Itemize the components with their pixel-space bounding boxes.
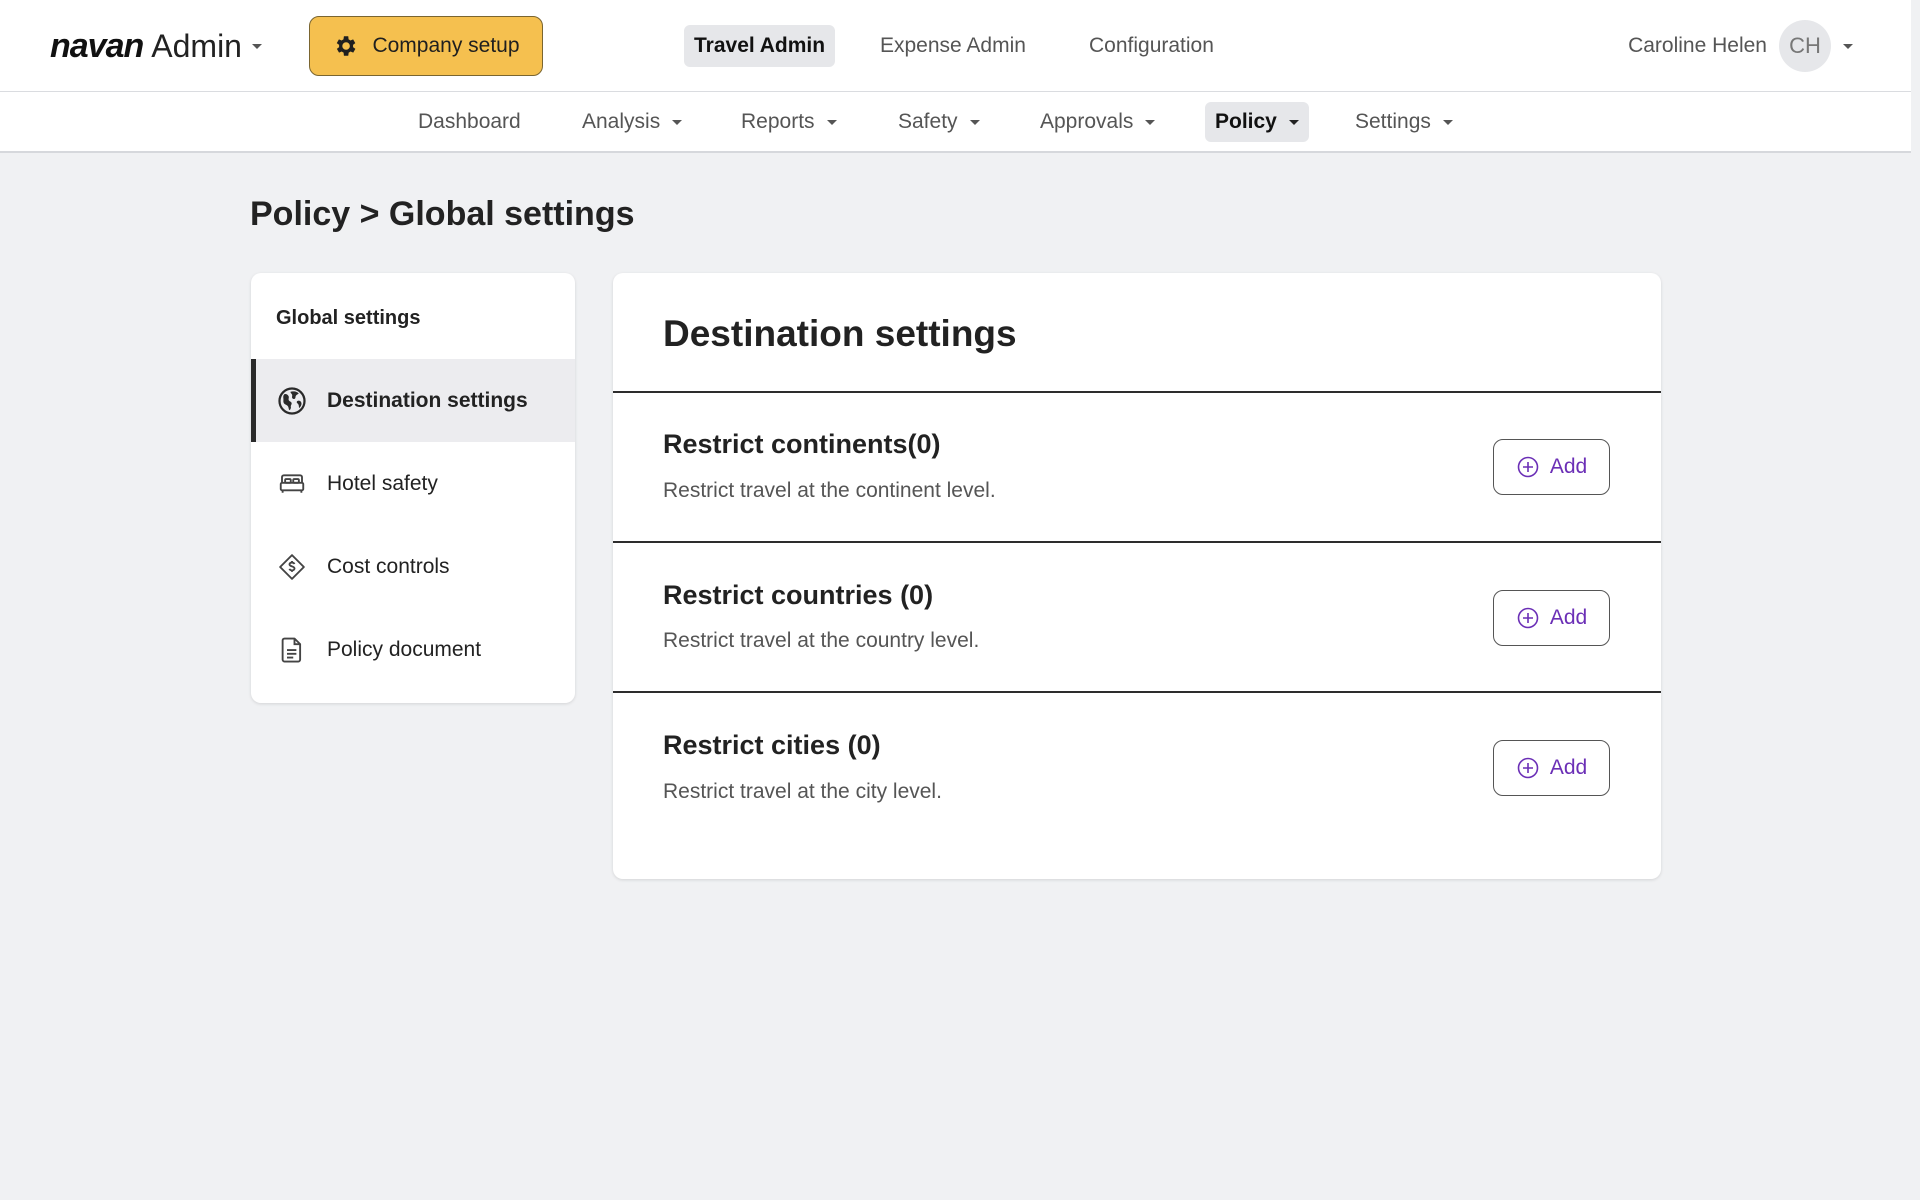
add-country-button[interactable]: Add	[1493, 590, 1610, 646]
section-title-cities: Restrict cities (0)	[663, 730, 881, 760]
chevron-down-icon	[826, 119, 837, 125]
nav-safety-label: Safety	[898, 110, 958, 133]
divider	[613, 391, 1661, 393]
sidebar-item-cost-controls[interactable]: Cost controls	[251, 525, 575, 608]
document-icon	[281, 637, 302, 662]
sidebar: Global settings Destination settings Hot…	[251, 273, 575, 703]
user-menu[interactable]: Caroline Helen CH	[1628, 20, 1853, 72]
logo-admin-label: Admin	[151, 27, 242, 64]
section-description-continents: Restrict travel at the continent level.	[663, 479, 996, 502]
nav-analysis[interactable]: Analysis	[572, 102, 692, 142]
section-title-countries: Restrict countries (0)	[663, 580, 934, 610]
sub-nav: Dashboard Analysis Reports Safety Approv…	[0, 92, 1911, 153]
nav-policy[interactable]: Policy	[1205, 102, 1309, 142]
tab-travel-admin[interactable]: Travel Admin	[684, 25, 836, 67]
globe-icon	[278, 386, 306, 415]
chevron-down-icon	[672, 119, 683, 125]
nav-policy-label: Policy	[1215, 110, 1277, 133]
add-continent-button[interactable]: Add	[1493, 439, 1610, 495]
nav-approvals-label: Approvals	[1040, 110, 1134, 133]
tab-expense-admin[interactable]: Expense Admin	[870, 25, 1036, 67]
chevron-down-icon	[251, 43, 262, 49]
plus-circle-icon	[1517, 757, 1539, 779]
navan-logo: navan	[50, 26, 144, 65]
dollar-tag-icon	[279, 553, 305, 580]
plus-circle-icon	[1517, 607, 1539, 629]
avatar: CH	[1779, 20, 1831, 72]
add-button-label: Add	[1549, 455, 1588, 478]
chevron-down-icon	[1288, 119, 1299, 125]
sidebar-item-label: Cost controls	[327, 554, 450, 578]
section-description-countries: Restrict travel at the country level.	[663, 629, 980, 652]
chevron-down-icon	[1145, 119, 1156, 125]
page-title: Policy > Global settings	[250, 195, 635, 233]
company-setup-label: Company setup	[372, 34, 520, 57]
user-name: Caroline Helen	[1628, 34, 1767, 57]
panel-title: Destination settings	[663, 313, 1017, 354]
nav-dashboard[interactable]: Dashboard	[408, 102, 531, 142]
nav-safety[interactable]: Safety	[888, 102, 990, 142]
nav-dashboard-label: Dashboard	[418, 110, 521, 133]
nav-analysis-label: Analysis	[582, 110, 661, 133]
nav-settings-label: Settings	[1355, 110, 1431, 133]
nav-reports-label: Reports	[741, 110, 815, 133]
destination-settings-panel: Destination settings Restrict continents…	[613, 273, 1661, 879]
divider	[613, 541, 1661, 543]
sidebar-item-policy-document[interactable]: Policy document	[251, 608, 575, 691]
sidebar-item-label: Destination settings	[327, 388, 528, 412]
bed-icon	[279, 473, 305, 493]
sidebar-item-destination-settings[interactable]: Destination settings	[251, 359, 575, 442]
nav-approvals[interactable]: Approvals	[1030, 102, 1165, 142]
add-button-label: Add	[1549, 606, 1588, 629]
company-setup-button[interactable]: Company setup	[309, 16, 543, 76]
add-button-label: Add	[1549, 756, 1588, 779]
sidebar-item-label: Hotel safety	[327, 471, 438, 495]
app-logo-menu[interactable]: navan Admin	[50, 26, 262, 66]
section-description-cities: Restrict travel at the city level.	[663, 780, 942, 803]
sidebar-heading: Global settings	[276, 307, 421, 329]
top-bar: navan Admin Company setup Travel Admin E…	[0, 0, 1911, 92]
sidebar-item-label: Policy document	[327, 637, 482, 661]
section-title-continents: Restrict continents(0)	[663, 429, 941, 459]
tab-configuration[interactable]: Configuration	[1079, 25, 1224, 67]
add-city-button[interactable]: Add	[1493, 740, 1610, 796]
chevron-down-icon	[1843, 43, 1853, 49]
nav-settings[interactable]: Settings	[1345, 102, 1463, 142]
chevron-down-icon	[969, 119, 980, 125]
plus-circle-icon	[1517, 456, 1539, 478]
chevron-down-icon	[1442, 119, 1453, 125]
nav-reports[interactable]: Reports	[731, 102, 847, 142]
gear-icon	[337, 36, 356, 56]
divider	[613, 691, 1661, 693]
sidebar-item-hotel-safety[interactable]: Hotel safety	[251, 442, 575, 525]
